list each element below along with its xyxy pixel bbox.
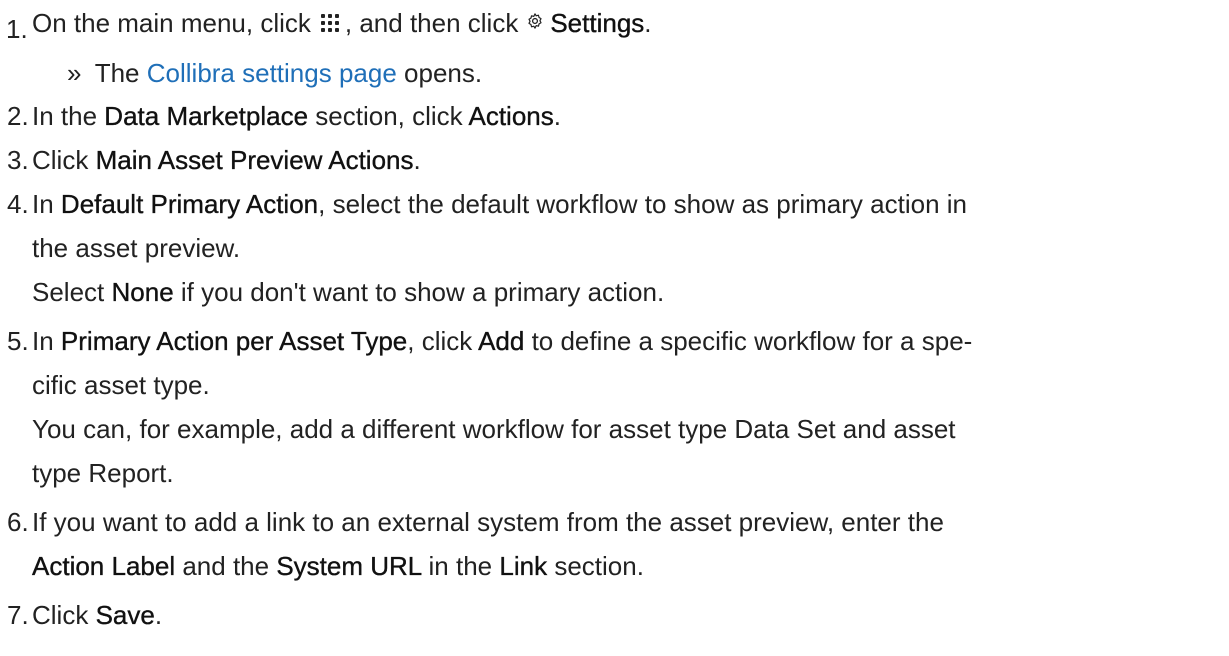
none-label: None bbox=[111, 277, 174, 307]
step-text: in the bbox=[428, 551, 493, 581]
step-text: On the main menu, click bbox=[32, 8, 311, 38]
step-text: if you don't want to show a primary acti… bbox=[180, 277, 665, 307]
punctuation: . bbox=[154, 600, 163, 630]
save-label: Save bbox=[95, 600, 155, 630]
collibra-settings-link[interactable]: Collibra settings page bbox=[147, 58, 397, 88]
step-text: If you want to add a link to an external… bbox=[32, 507, 944, 537]
step-text: type Report. bbox=[32, 458, 174, 488]
step-text: to define a specific workflow for a spe- bbox=[531, 326, 973, 356]
punctuation: . bbox=[644, 8, 652, 38]
step-text: , select the default workflow to show as… bbox=[318, 189, 967, 219]
step-text: In the bbox=[32, 101, 98, 131]
result-prefix: The bbox=[94, 58, 140, 88]
step-text: and the bbox=[182, 551, 270, 581]
main-asset-preview-actions-label: Main Asset Preview Actions bbox=[95, 145, 414, 175]
step-number: 4. bbox=[7, 189, 29, 219]
step-number: 3. bbox=[7, 145, 29, 175]
action-label-label: Action Label bbox=[32, 551, 176, 581]
gear-icon bbox=[528, 13, 542, 29]
step-text: Click bbox=[32, 145, 89, 175]
primary-action-per-asset-type-label: Primary Action per Asset Type bbox=[60, 326, 408, 356]
link-section-label: Link bbox=[499, 551, 548, 581]
step-number: 5. bbox=[7, 326, 29, 356]
step-text: In bbox=[32, 189, 54, 219]
step-number: 7. bbox=[7, 600, 29, 630]
step-text: , click bbox=[407, 326, 473, 356]
step-text: , and then click bbox=[344, 8, 519, 38]
step-text: You can, for example, add a different wo… bbox=[32, 414, 956, 444]
step-text: cific asset type. bbox=[32, 370, 210, 400]
step-text: Select bbox=[32, 277, 105, 307]
step-number: 6. bbox=[7, 507, 29, 537]
apps-grid-icon bbox=[319, 12, 341, 34]
step-text: In bbox=[32, 326, 54, 356]
system-url-label: System URL bbox=[276, 551, 422, 581]
punctuation: . bbox=[413, 145, 421, 175]
default-primary-action-label: Default Primary Action bbox=[60, 189, 319, 219]
step-text: the asset preview. bbox=[32, 233, 241, 263]
result-suffix: opens. bbox=[404, 58, 483, 88]
add-label: Add bbox=[478, 326, 525, 356]
actions-label: Actions bbox=[468, 101, 554, 131]
step-text: section, click bbox=[315, 101, 463, 131]
step-number: 1. bbox=[6, 14, 28, 44]
punctuation: . bbox=[553, 101, 561, 131]
result-bullet: » bbox=[67, 58, 82, 88]
step-number: 2. bbox=[7, 101, 29, 131]
step-text: Click bbox=[32, 600, 89, 630]
data-marketplace-label: Data Marketplace bbox=[104, 101, 309, 131]
step-text: section. bbox=[554, 551, 644, 581]
settings-label: Settings bbox=[550, 8, 645, 38]
